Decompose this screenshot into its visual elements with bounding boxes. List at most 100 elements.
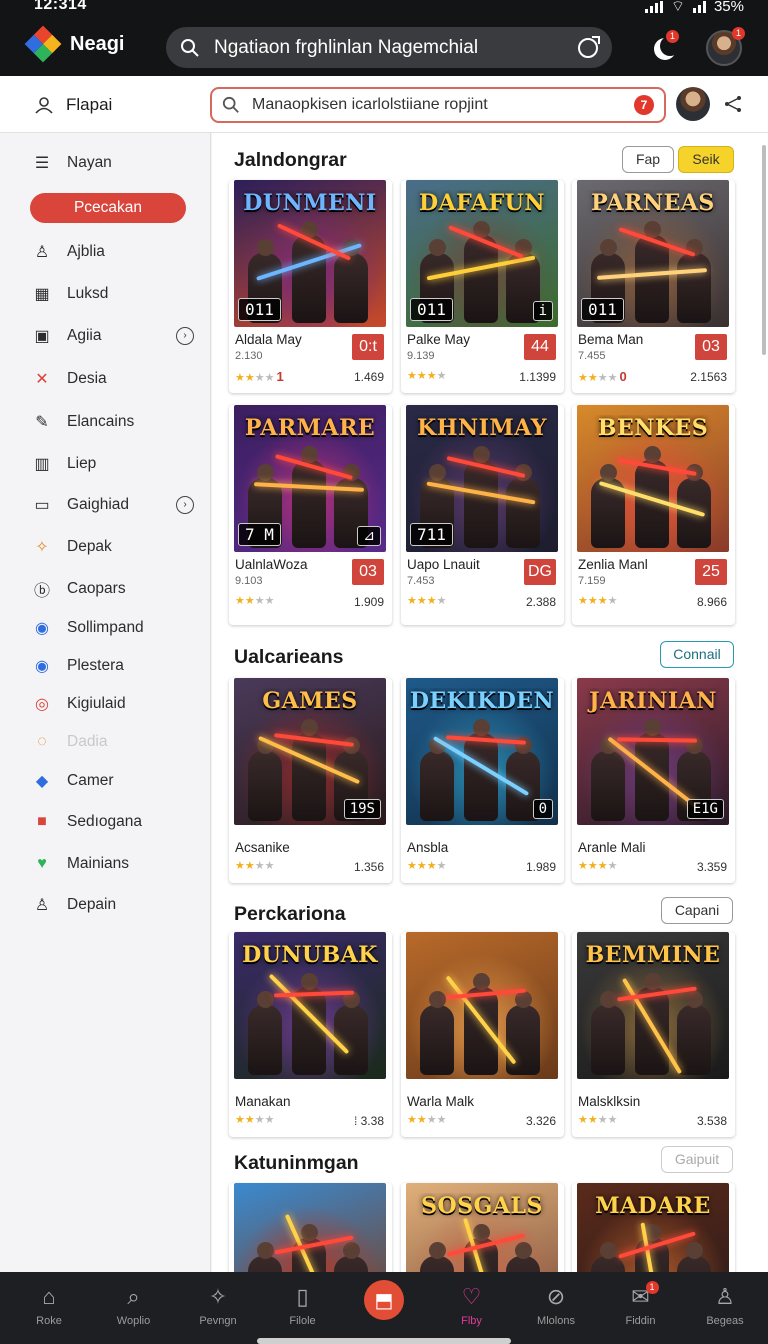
sidebar-item-nayan[interactable]: ☰ Nayan [32,148,202,178]
star-empty-icon: ★ [254,372,265,384]
nav-item-flby[interactable]: ♡ Flby [429,1272,515,1344]
nav-label: Begeas [706,1315,744,1327]
character-figure [420,737,454,821]
star-rating: ★★★★ [235,1113,275,1126]
sidebar-item-label: Elancains [67,413,135,430]
chevron-right-icon[interactable]: › [176,327,194,345]
notifications-button[interactable]: 1 [652,30,679,60]
nav-item-pevngn[interactable]: ✧ Pevngn [175,1272,261,1344]
chart-circle-icon: ◉ [35,620,49,637]
game-card[interactable]: JARINIAN E1G Aranle Mali ★★★★ 3.359 [572,678,735,883]
sidebar-item-dadia[interactable]: ◌ Dadia [32,727,202,757]
wand-icon: ✧ [35,539,49,556]
share-icon[interactable] [724,95,742,113]
sub-header-title[interactable]: Flapai [34,95,112,115]
section-button-fap[interactable]: Fap [622,146,674,173]
star-empty-icon: ★ [436,595,447,607]
brand[interactable]: Neagi [24,25,125,63]
sidebar-item-agiia[interactable]: ▣ Agiia › [32,321,202,351]
nav-item-woplio[interactable]: ⌕ Woplio [91,1272,177,1344]
pencil-icon: ✎ [35,414,49,431]
cover-art-image: PARMARE 7 M ⊿ [234,405,386,552]
sidebar-item-luksd[interactable]: ▦ Luksd [32,279,202,309]
nav-item-begeas[interactable]: ♙ Begeas [682,1272,768,1344]
scrollbar[interactable] [762,145,766,355]
star-filled-icon: ★ [416,370,427,382]
game-card[interactable]: KHNIMAY 711 Uapo Lnauit 7.453 DG ★★★★ 2.388 [401,405,564,625]
sidebar-item-mainians[interactable]: ♥ Mainians [32,849,202,879]
game-card[interactable]: Warla Malk ★★★★ 3.326 [401,932,564,1137]
section-button-gaipuit[interactable]: Gaipuit [661,1146,733,1173]
sidebar-item-depak[interactable]: ✧ Depak [32,532,202,562]
brand-name: Neagi [70,32,125,55]
pin-icon: ◎ [35,696,49,713]
game-card[interactable]: SOSGALS [401,1183,564,1283]
game-card[interactable] [229,1183,392,1283]
game-card[interactable]: DEKIKDEN 0 Ansbla ★★★★ 1.989 [401,678,564,883]
game-card[interactable]: BEMMINE Malsklksin ★★★★ 3.538 [572,932,735,1137]
sidebar-item-sedıogana[interactable]: ■ Sedıogana [32,807,202,837]
sidebar-item-sollimpand[interactable]: ◉ Sollimpand [32,613,202,643]
game-card[interactable]: PARMARE 7 M ⊿ UalnlaWoza 9.103 03 ★★★★ 1.909 [229,405,392,625]
sidebar-item-desia[interactable]: ✕ Desia [32,364,202,394]
game-card[interactable]: PARNEAS 011 Bema Man 7.455 03 ★★★★ 0 2.1563 [572,180,735,393]
avatar-badge: 1 [732,27,745,40]
cover-title: DUNMENI [243,190,377,216]
sidebar-item-depain[interactable]: ♙ Depain [32,890,202,920]
refresh-icon[interactable] [578,35,600,58]
sidebar-item-label: Ajblia [67,243,105,260]
image-icon: ▣ [34,328,50,345]
cover-art-image: SOSGALS [406,1183,558,1283]
star-filled-icon: ★ [578,372,588,384]
profile-avatar[interactable] [676,87,710,121]
star-rating: ★★★★ [407,1113,447,1126]
sidebar-item-active[interactable]: Pcecakan [30,193,186,223]
section-button-connail[interactable]: Connail [660,641,734,668]
sidebar-item-ajblia[interactable]: ♙ Ajblia [32,237,202,267]
sidebar-item-label: Luksd [67,285,109,302]
game-card[interactable]: DUNUBAK Manakan ★★★★ ⁞ 3.38 [229,932,392,1137]
sidebar-item-kigiulaid[interactable]: ◎ Kigiulaid [32,689,202,719]
bottom-nav: ⌂ Roke ⌕ Woplio ✧ Pevngn ▯ Filole ⬒ ♡ Flby ⊘ Mlolons… [0,1272,768,1344]
sidebar-item-camer[interactable]: ◆ Camer [32,766,202,796]
nav-item-roke[interactable]: ⌂ Roke [6,1272,92,1344]
sidebar-item-elancains[interactable]: ✎ Elancains [32,407,202,437]
star-filled-icon: ★ [244,860,255,872]
nav-item-filole[interactable]: ▯ Filole [260,1272,346,1344]
star-rating: ★★★★ [578,1113,618,1126]
character-figure [292,221,326,323]
game-card[interactable]: BENKES Zenlia Manl 7.159 25 ★★★★ 8.966 [572,405,735,625]
score-badge: 03 [352,559,384,585]
section-button-capani[interactable]: Capani [661,897,733,924]
gamepad-icon: ◆ [35,773,49,790]
chevron-right-icon[interactable]: › [176,496,194,514]
sidebar-item-caopars[interactable]: ⓑ Caopars [32,574,202,604]
cover-art-image: BENKES [577,405,729,552]
cover-art-image: DAFAFUN 011 i [406,180,558,327]
download-count: 1.356 [353,860,384,874]
nav-item-center[interactable]: ⬒ [364,1280,404,1320]
game-card[interactable]: GAMES 19S Acsanike ★★★★ 1.356 [229,678,392,883]
star-filled-icon: ★ [407,860,417,872]
star-empty-icon: ★ [607,860,618,872]
chart-circle-icon: ◉ [35,658,49,675]
sidebar-item-label: Camer [67,772,114,789]
section-button-seik[interactable]: Seik [678,146,734,173]
home-indicator[interactable] [257,1338,511,1344]
cell-icon [692,0,706,13]
game-title: Palke May [407,332,471,347]
sidebar-item-gaighiad[interactable]: ▭ Gaighiad › [32,490,202,520]
nav-item-fiddin[interactable]: ✉ Fiddin 1 [598,1272,684,1344]
sidebar-item-liep[interactable]: ▥ Liep [32,449,202,479]
nav-item-mlolons[interactable]: ⊘ Mlolons [513,1272,599,1344]
game-card[interactable]: MADARE [572,1183,735,1283]
game-card[interactable]: DUNMENI 011 Aldala May 2.130 0:t ★★★★ 1 1.469 [229,180,392,393]
sidebar-item-plestera[interactable]: ◉ Plestera [32,651,202,681]
game-title: Ansbla [407,840,449,855]
section-title: Jalndongrar [234,149,347,171]
sub-search-input[interactable]: Manaopkisen icarlolstiiane ropjint 7 [210,87,666,123]
top-search-bar[interactable]: Ngatiaon frghlinlan Nagemchial [166,27,612,68]
cover-art-image: MADARE [577,1183,729,1283]
game-card[interactable]: DAFAFUN 011 i Palke May 9.139 44 ★★★★ 1.1399 [401,180,564,393]
nav-label: Fiddin [625,1315,656,1327]
